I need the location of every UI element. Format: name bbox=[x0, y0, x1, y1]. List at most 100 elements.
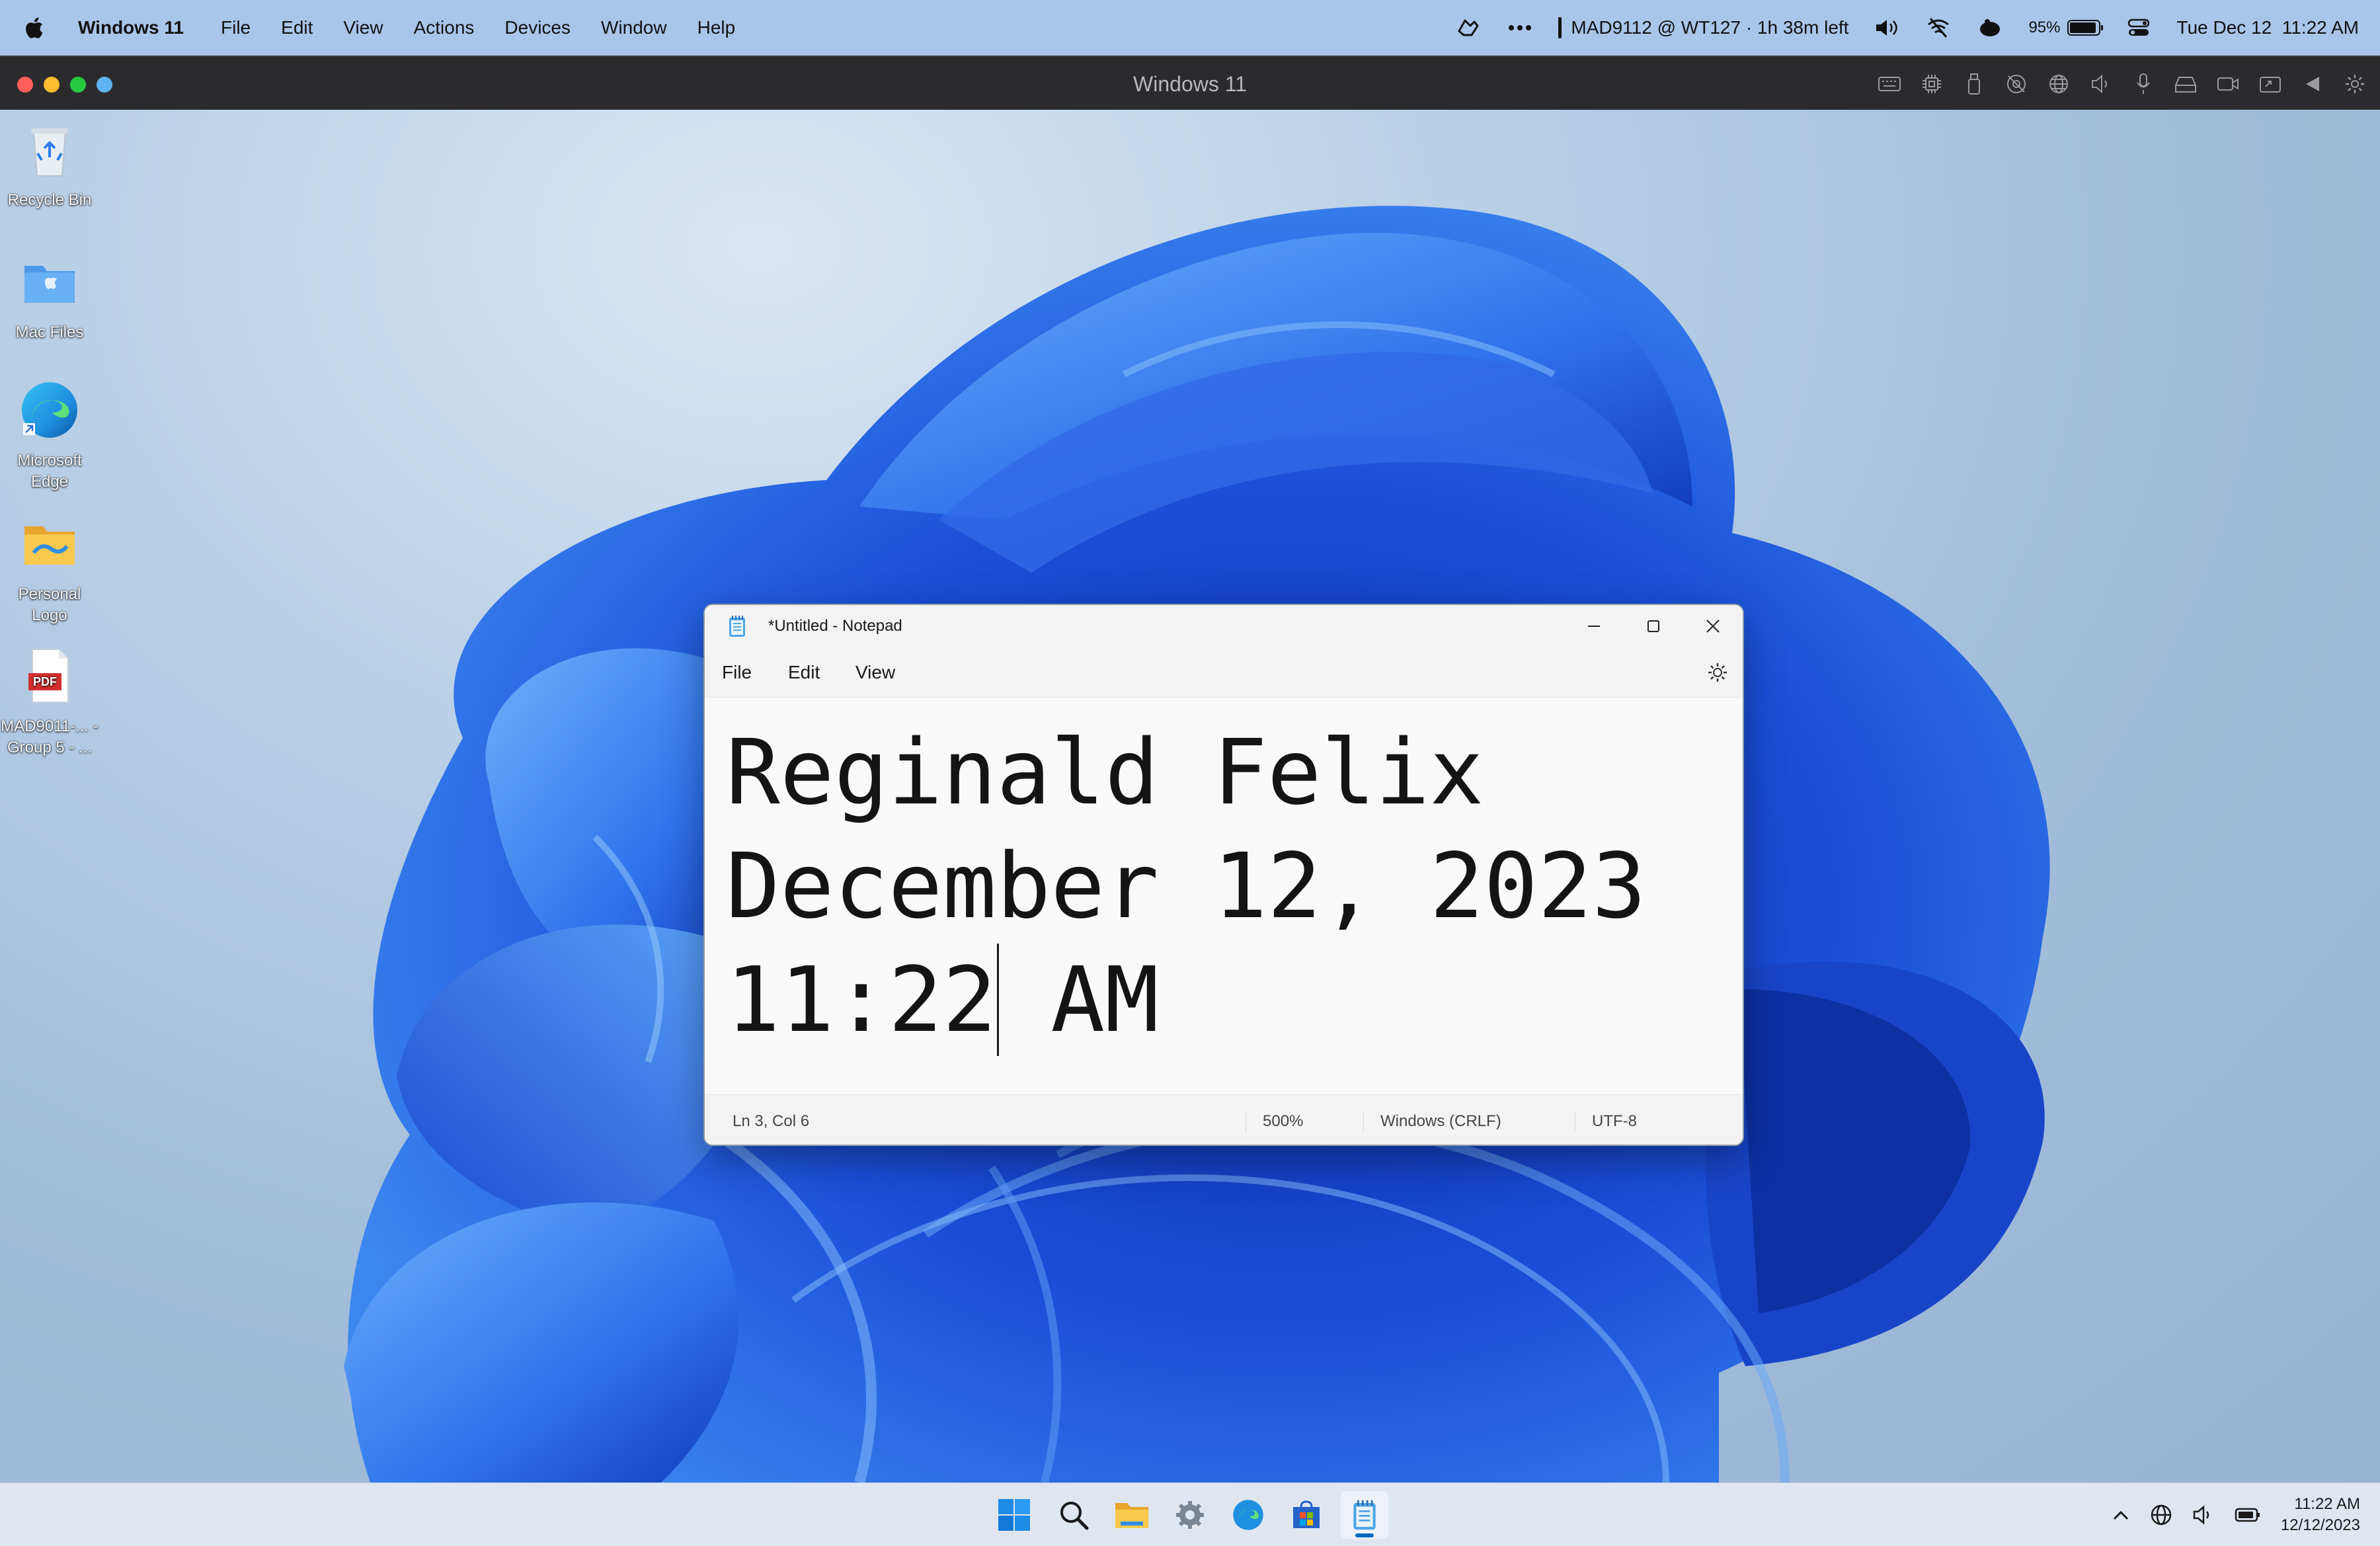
line-ending[interactable]: Windows (CRLF) bbox=[1380, 1095, 1501, 1145]
cursor-position: Ln 3, Col 6 bbox=[733, 1112, 810, 1130]
mac-menu-file[interactable]: File bbox=[221, 17, 251, 38]
taskbar-clock[interactable]: 11:22 AM 12/12/2023 bbox=[2281, 1494, 2360, 1536]
keyboard-icon[interactable] bbox=[1878, 72, 1901, 96]
settings-icon bbox=[1176, 1501, 1204, 1529]
status-text: MAD9112 @ WT127 · 1h 38m left bbox=[1571, 17, 1849, 38]
battery-fill bbox=[2069, 22, 2096, 33]
video-icon[interactable] bbox=[2216, 72, 2240, 96]
close-button[interactable] bbox=[1683, 605, 1743, 647]
network-icon[interactable] bbox=[2047, 72, 2071, 96]
windows-desktop[interactable]: Recycle Bin Mac Files Microsoft Edge Per… bbox=[0, 110, 2380, 1483]
network-icon[interactable] bbox=[2150, 1504, 2172, 1526]
edge-taskbar-button[interactable] bbox=[1224, 1491, 1272, 1539]
pdf-icon: PDF bbox=[28, 649, 69, 703]
camera-off-icon[interactable] bbox=[2004, 72, 2028, 96]
maximize-button[interactable] bbox=[1624, 605, 1683, 647]
sound-icon[interactable] bbox=[2089, 72, 2113, 96]
text-line-3-after-caret: AM bbox=[996, 948, 1160, 1053]
text-line-2: December 12, 2023 bbox=[726, 834, 1646, 939]
notepad-title: *Untitled - Notepad bbox=[768, 617, 902, 635]
desktop-icon-recycle-bin[interactable]: Recycle Bin bbox=[0, 118, 99, 211]
search-icon bbox=[1060, 1502, 1089, 1530]
clock-time: 11:22 AM bbox=[2294, 1495, 2360, 1513]
edge-icon bbox=[1233, 1500, 1263, 1530]
mac-menu-help[interactable]: Help bbox=[697, 17, 736, 38]
desktop-icon-label: MAD9011-... - Group 5 - ... bbox=[1, 717, 99, 756]
more-icon[interactable] bbox=[1507, 15, 1533, 41]
mac-app-name[interactable]: Windows 11 bbox=[78, 17, 184, 38]
zoom-level[interactable]: 500% bbox=[1263, 1095, 1303, 1145]
settings-icon[interactable] bbox=[2343, 72, 2367, 96]
status-bar-icon bbox=[1558, 17, 1562, 38]
notepad-settings-button[interactable] bbox=[1706, 661, 1729, 684]
notepad-text-area[interactable]: Reginald Felix December 12, 2023 11:22 A… bbox=[705, 698, 1743, 1094]
desktop-icon-label: Recycle Bin bbox=[7, 191, 92, 209]
encoding[interactable]: UTF-8 bbox=[1592, 1095, 1637, 1145]
share-icon[interactable] bbox=[2258, 72, 2282, 96]
mac-menu-view[interactable]: View bbox=[343, 17, 383, 38]
battery-icon bbox=[2067, 20, 2103, 36]
vm-title-bar[interactable]: Windows 11 bbox=[0, 56, 2380, 110]
notepad-menu-view[interactable]: View bbox=[855, 647, 895, 698]
mac-menu-edit[interactable]: Edit bbox=[281, 17, 313, 38]
mac-menu-devices[interactable]: Devices bbox=[504, 17, 571, 38]
usb-icon[interactable] bbox=[1962, 72, 1986, 96]
arrow-icon[interactable] bbox=[2301, 72, 2324, 96]
chevron-up-icon[interactable] bbox=[2112, 1508, 2130, 1522]
file-explorer-icon bbox=[1115, 1503, 1148, 1528]
notepad-title-bar[interactable]: *Untitled - Notepad bbox=[705, 605, 1743, 647]
desktop-icon-microsoft-edge[interactable]: Microsoft Edge bbox=[0, 378, 99, 493]
notepad-window[interactable]: *Untitled - Notepad File Edit View Regin… bbox=[703, 604, 1744, 1146]
volume-icon[interactable] bbox=[1874, 15, 1900, 41]
folder-icon bbox=[24, 526, 75, 565]
mac-menu-bar: Windows 11 File Edit View Actions Device… bbox=[0, 0, 2380, 56]
store-button[interactable] bbox=[1283, 1491, 1330, 1539]
mac-menu-actions[interactable]: Actions bbox=[414, 17, 475, 38]
status-item[interactable]: MAD9112 @ WT127 · 1h 38m left bbox=[1558, 17, 1848, 38]
mac-menu-window[interactable]: Window bbox=[601, 17, 667, 38]
desktop-icon-label: Mac Files bbox=[15, 323, 84, 341]
desktop-icon-label: Personal Logo bbox=[18, 585, 81, 624]
microphone-icon[interactable] bbox=[2131, 72, 2155, 96]
parallels-status-icon[interactable] bbox=[1455, 15, 1482, 41]
mac-folder-icon bbox=[24, 266, 75, 303]
notepad-menu-edit[interactable]: Edit bbox=[788, 647, 820, 698]
desktop-icon-mac-files[interactable]: Mac Files bbox=[0, 250, 99, 343]
speaker-icon[interactable] bbox=[2192, 1505, 2215, 1525]
apple-menu-icon[interactable] bbox=[24, 17, 44, 39]
search-button[interactable] bbox=[1050, 1491, 1097, 1539]
start-button[interactable] bbox=[990, 1491, 1038, 1539]
settings-button[interactable] bbox=[1166, 1491, 1214, 1539]
desktop-icon-personal-logo[interactable]: Personal Logo bbox=[0, 512, 99, 626]
battery-status[interactable]: 95% bbox=[2028, 19, 2103, 37]
clock-date: 12/12/2023 bbox=[2280, 1516, 2360, 1534]
file-explorer-button[interactable] bbox=[1108, 1491, 1156, 1539]
minimize-button[interactable] bbox=[1564, 605, 1624, 647]
battery-icon[interactable] bbox=[2235, 1507, 2261, 1523]
desktop-icon-pdf[interactable]: PDF MAD9011-... - Group 5 - ... bbox=[0, 644, 99, 758]
notepad-menu-file[interactable]: File bbox=[722, 647, 752, 698]
wifi-off-icon[interactable] bbox=[1925, 15, 1952, 41]
active-indicator bbox=[1355, 1533, 1374, 1537]
text-line-3: 11:22 AM bbox=[726, 944, 1743, 1057]
close-icon bbox=[1706, 620, 1720, 633]
text-caret bbox=[997, 944, 1000, 1056]
windows-taskbar: 11:22 AM 12/12/2023 bbox=[0, 1483, 2380, 1546]
recycle-bin-icon bbox=[31, 128, 68, 177]
control-center-icon[interactable] bbox=[2125, 15, 2152, 41]
cpu-icon[interactable] bbox=[1920, 72, 1944, 96]
minimize-icon bbox=[1588, 626, 1600, 627]
windows-start-icon bbox=[998, 1499, 1030, 1531]
menubar-clock[interactable]: Tue Dec 12 11:22 AM bbox=[2177, 17, 2360, 38]
notepad-icon bbox=[1353, 1500, 1376, 1530]
microsoft-store-icon bbox=[1293, 1500, 1320, 1528]
focus-icon[interactable] bbox=[1977, 15, 2003, 41]
printer-icon[interactable] bbox=[2174, 72, 2198, 96]
notepad-app-icon bbox=[729, 616, 745, 637]
status-divider bbox=[1363, 1111, 1364, 1132]
desktop-icon-label: Microsoft Edge bbox=[17, 452, 82, 491]
maximize-icon bbox=[1647, 620, 1659, 632]
edge-icon bbox=[22, 382, 77, 438]
notepad-taskbar-button[interactable] bbox=[1341, 1491, 1388, 1539]
text-line-1: Reginald Felix bbox=[726, 721, 1484, 825]
